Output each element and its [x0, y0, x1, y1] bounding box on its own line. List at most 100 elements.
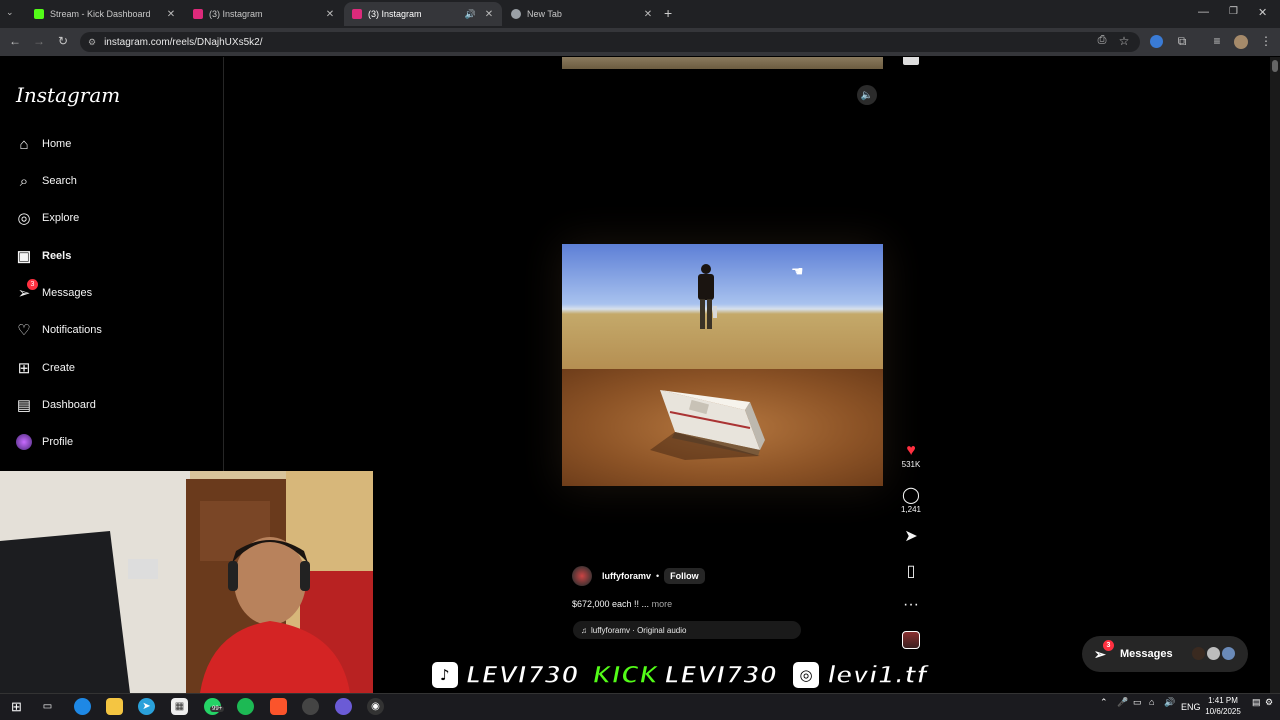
tab-new-tab[interactable]: New Tab ✕: [503, 2, 661, 26]
site-info-icon[interactable]: ⚙: [88, 37, 96, 48]
chrome-favicon-icon: [511, 9, 521, 19]
edge-icon[interactable]: [74, 698, 91, 715]
address-bar[interactable]: ⚙ instagram.com/reels/DNajhUXs5k2/: [80, 32, 1140, 52]
mute-toggle-icon[interactable]: 🔈: [857, 85, 877, 105]
display-icon[interactable]: ▭: [1133, 697, 1142, 708]
minimize-window-icon[interactable]: —: [1198, 6, 1209, 18]
messages-badge: 3: [27, 279, 38, 290]
instagram-icon: ◎: [791, 660, 822, 690]
comment-button[interactable]: ◯ 1,241: [899, 485, 923, 514]
obs-icon[interactable]: ◉: [367, 698, 384, 715]
store-icon[interactable]: ▦: [171, 698, 188, 715]
volume-icon[interactable]: 🔊: [1164, 697, 1175, 708]
back-arrow-icon[interactable]: ←: [7, 34, 23, 48]
install-app-icon[interactable]: ⎙: [1094, 34, 1110, 47]
heart-icon: ♡: [17, 322, 31, 339]
sidebar-item-profile[interactable]: Profile: [14, 430, 73, 454]
bookmark-icon: ▯: [906, 563, 916, 580]
previous-reel-thumbnail[interactable]: [903, 57, 919, 65]
tab-instagram-active[interactable]: (3) Instagram 🔊 ✕: [344, 2, 502, 26]
close-tab-icon[interactable]: ✕: [643, 9, 653, 20]
close-window-icon[interactable]: ✕: [1258, 6, 1267, 19]
new-tab-button[interactable]: +: [664, 5, 672, 21]
kick-favicon-icon: [34, 9, 44, 19]
message-avatar-3: [1221, 646, 1236, 661]
discord-icon[interactable]: [335, 698, 352, 715]
music-note-icon: ♫: [581, 625, 587, 635]
close-tab-icon[interactable]: ✕: [325, 9, 335, 20]
tray-chevron-icon[interactable]: ⌃: [1100, 697, 1108, 708]
caption-more-link[interactable]: more: [652, 599, 673, 609]
follow-button[interactable]: Follow: [664, 568, 705, 584]
sidebar-item-home[interactable]: ⌂ Home: [14, 132, 71, 156]
bookmark-star-icon[interactable]: ☆: [1116, 34, 1132, 48]
comment-bubble-icon: ◯: [902, 487, 920, 504]
instagram-logo[interactable]: Instagram: [16, 83, 120, 107]
tab-instagram-1[interactable]: (3) Instagram ✕: [185, 2, 343, 26]
whatsapp-badge: 99+: [210, 706, 225, 712]
more-options-button[interactable]: ···: [899, 596, 923, 614]
avatar-icon: [14, 432, 34, 452]
spotify-icon[interactable]: [237, 698, 254, 715]
task-view-icon[interactable]: ▭: [39, 698, 56, 715]
tab-audio-icon[interactable]: 🔊: [465, 9, 476, 20]
sidebar-item-reels[interactable]: ▣ Reels: [14, 244, 71, 268]
whatsapp-icon[interactable]: 99+: [204, 698, 225, 715]
sidebar-item-create[interactable]: ⊞ Create: [14, 356, 75, 380]
chrome-menu-icon[interactable]: ⋮: [1258, 34, 1274, 48]
settings-icon[interactable]: ⚙: [1265, 697, 1273, 708]
reel-audio-link[interactable]: ♫ luffyforamv · Original audio: [573, 621, 801, 639]
microphone-icon[interactable]: 🎤: [1117, 697, 1128, 708]
sidebar-item-messages[interactable]: ➢ 3 Messages: [14, 279, 92, 305]
profile-avatar-icon[interactable]: [1234, 35, 1248, 49]
comments-count: 1,241: [900, 505, 922, 514]
telegram-icon[interactable]: ➤: [138, 698, 155, 715]
chrome-taskbar-icon[interactable]: [302, 698, 319, 715]
restore-window-icon[interactable]: ❐: [1229, 6, 1238, 17]
close-tab-icon[interactable]: ✕: [484, 9, 494, 20]
sidebar-item-dashboard[interactable]: ▤ Dashboard: [14, 393, 96, 417]
extensions-puzzle-icon[interactable]: ⧉: [1174, 34, 1190, 49]
save-button[interactable]: ▯: [899, 561, 923, 581]
message-avatar-1: [1191, 646, 1206, 661]
share-button[interactable]: ➤: [899, 526, 923, 546]
network-icon[interactable]: ⌂: [1149, 697, 1154, 707]
plus-square-icon: ⊞: [17, 360, 31, 377]
windows-start-icon[interactable]: ⊞: [8, 698, 25, 715]
close-tab-icon[interactable]: ✕: [166, 9, 176, 20]
instagram-favicon-icon: [352, 9, 362, 19]
file-explorer-icon[interactable]: [106, 698, 123, 715]
sidebar-item-notifications[interactable]: ♡ Notifications: [14, 318, 102, 342]
sidebar-item-explore[interactable]: ◎ Explore: [14, 206, 79, 230]
instagram-favicon-icon: [193, 9, 203, 19]
reels-icon: ▣: [16, 248, 32, 265]
notifications-icon[interactable]: ▤: [1252, 697, 1261, 708]
author-username[interactable]: luffyforamv: [602, 571, 651, 581]
reload-icon[interactable]: ↻: [55, 34, 71, 48]
author-separator: •: [656, 571, 660, 581]
page-scrollbar[interactable]: [1270, 57, 1280, 693]
man-figure: [698, 264, 717, 329]
like-button[interactable]: ♥ 531K: [899, 442, 923, 469]
rv-vehicle: [650, 390, 765, 460]
reel-caption: $672,000 each !! ... more: [572, 599, 672, 609]
previous-reel-video[interactable]: [562, 57, 883, 69]
tab-search-icon[interactable]: ⌄: [6, 7, 14, 18]
tab-kick-dashboard[interactable]: Stream - Kick Dashboard ✕: [26, 2, 184, 26]
kick-label: KICK: [592, 660, 659, 690]
browser-tab-bar: ⌄ Stream - Kick Dashboard ✕ (3) Instagra…: [0, 0, 1280, 28]
audio-label: luffyforamv · Original audio: [591, 625, 687, 635]
audio-thumbnail[interactable]: [902, 631, 920, 649]
reel-video[interactable]: [562, 244, 883, 486]
scrollbar-thumb[interactable]: [1272, 60, 1278, 72]
heart-filled-icon: ♥: [906, 442, 916, 459]
extension-shield-icon[interactable]: [1150, 35, 1163, 48]
likes-count: 531K: [901, 460, 921, 469]
sidebar-item-search[interactable]: ⌕ Search: [14, 169, 77, 193]
author-avatar[interactable]: [572, 566, 592, 586]
media-control-icon[interactable]: ≡: [1209, 34, 1225, 48]
search-icon: ⌕: [19, 172, 29, 190]
brave-icon[interactable]: [270, 698, 287, 715]
taskbar-clock[interactable]: 1:41 PM 10/6/2025: [1198, 695, 1248, 717]
forward-arrow-icon[interactable]: →: [31, 34, 47, 48]
